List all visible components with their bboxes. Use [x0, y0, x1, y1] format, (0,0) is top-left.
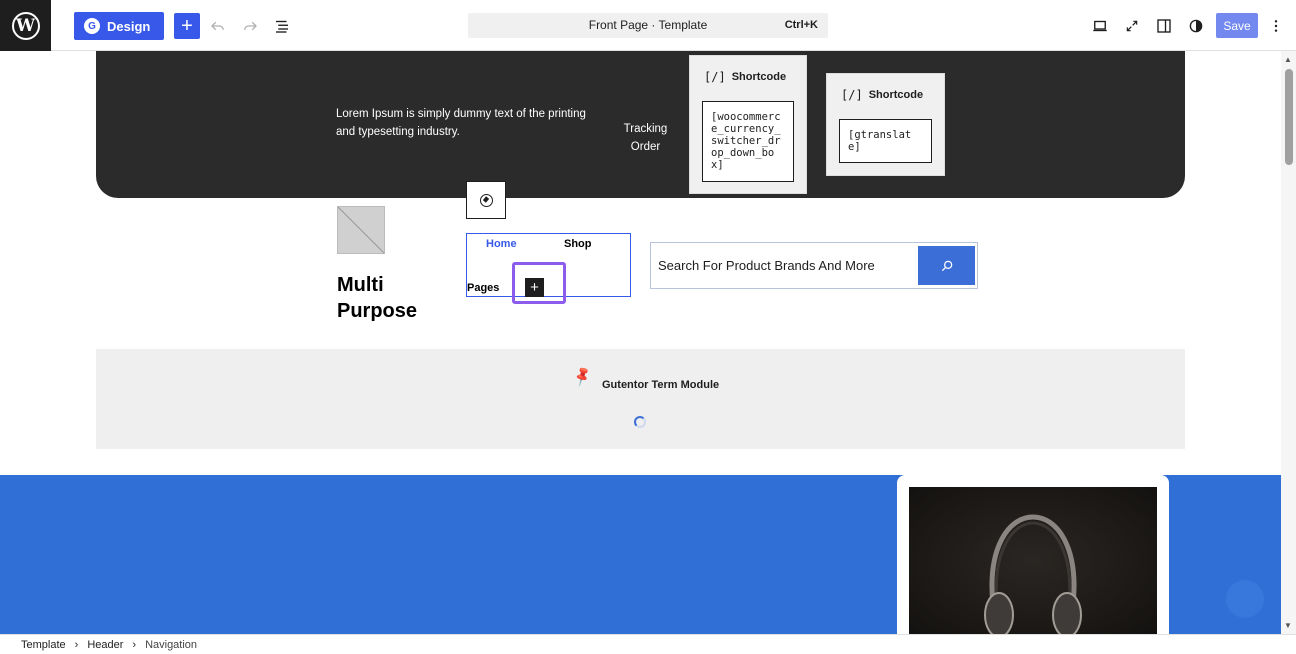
plus-icon: + [181, 15, 193, 37]
navigation-block-toolbar-button[interactable] [466, 181, 506, 219]
scrollbar-thumb[interactable] [1285, 69, 1293, 165]
desktop-icon [1093, 20, 1107, 32]
search-input[interactable]: Search For Product Brands And More [658, 258, 875, 273]
canvas-scrollbar[interactable]: ▲ ▼ [1281, 51, 1296, 634]
search-button[interactable] [918, 246, 975, 285]
undo-icon [211, 21, 224, 31]
plus-icon: + [530, 279, 539, 296]
design-button[interactable]: G Design [74, 12, 164, 40]
options-button[interactable] [1264, 14, 1288, 38]
block-breadcrumb: Template › Header › Navigation [0, 634, 1296, 654]
product-card[interactable] [897, 475, 1169, 634]
list-view-icon [276, 20, 288, 33]
nav-item-pages[interactable]: Pages [467, 282, 499, 294]
site-title[interactable]: Multi Purpose [337, 272, 437, 324]
settings-sidebar-button[interactable] [1152, 14, 1176, 38]
top-bar-text[interactable]: Lorem Ipsum is simply dummy text of the … [336, 105, 606, 141]
shortcode-label: Shortcode [868, 89, 924, 101]
loading-spinner-icon [634, 416, 646, 428]
top-toolbar: W G Design + Front Page · Template Ctrl+… [0, 0, 1296, 51]
shortcode-icon: [/] [841, 88, 863, 102]
command-shortcut: Ctrl+K [784, 19, 818, 31]
top-bar-section[interactable]: Lorem Ipsum is simply dummy text of the … [96, 51, 1185, 198]
chevron-right-icon: › [74, 638, 79, 651]
scroll-up-icon[interactable]: ▲ [1284, 55, 1292, 64]
gutentor-term-module[interactable]: 📌 Gutentor Term Module [96, 349, 1185, 449]
search-icon [941, 260, 952, 271]
shortcode-icon: [/] [704, 70, 726, 84]
shortcode-label: Shortcode [731, 71, 787, 83]
chevron-right-icon: › [132, 638, 137, 651]
document-title-bar[interactable]: Front Page · Template Ctrl+K [468, 13, 828, 38]
shortcode-block-currency[interactable]: [/] Shortcode [woocommerce_currency_swit… [689, 55, 807, 194]
gutentor-icon: G [84, 18, 100, 34]
nav-item-home[interactable]: Home [486, 238, 517, 250]
shortcode-input[interactable]: [gtranslate] [839, 119, 932, 163]
wordpress-icon[interactable]: W [0, 0, 51, 51]
redo-button[interactable] [238, 14, 262, 38]
design-button-label: Design [107, 18, 151, 34]
shortcode-block-gtranslate[interactable]: [/] Shortcode [gtranslate] [826, 73, 945, 176]
device-preview-button[interactable] [1088, 14, 1112, 38]
contrast-icon [1189, 19, 1203, 33]
add-block-button[interactable]: + [174, 13, 200, 39]
term-module-label: Gutentor Term Module [602, 379, 720, 391]
redo-icon [244, 21, 257, 31]
undo-button[interactable] [206, 14, 230, 38]
save-button[interactable]: Save [1216, 13, 1258, 38]
headphones-image[interactable] [909, 487, 1157, 634]
editor-canvas: Lorem Ipsum is simply dummy text of the … [0, 51, 1281, 634]
styles-button[interactable] [1184, 14, 1208, 38]
shortcode-input[interactable]: [woocommerce_currency_switcher_drop_down… [702, 101, 794, 182]
nav-item-shop[interactable]: Shop [564, 238, 592, 250]
chat-widget-icon[interactable] [1226, 580, 1264, 618]
breadcrumb-header[interactable]: Header [87, 639, 123, 651]
breadcrumb-navigation: Navigation [145, 638, 198, 651]
add-nav-item-button[interactable]: + [525, 278, 544, 297]
list-view-button[interactable] [270, 14, 294, 38]
featured-section[interactable] [0, 475, 1281, 634]
breadcrumb-template[interactable]: Template [21, 639, 66, 651]
tracking-order-link[interactable]: Tracking Order [618, 120, 673, 156]
sidebar-icon [1157, 19, 1171, 33]
fullscreen-button[interactable] [1120, 14, 1144, 38]
document-title: Front Page · Template [588, 18, 708, 32]
fullscreen-icon [1126, 20, 1138, 32]
site-logo-placeholder[interactable] [337, 206, 385, 254]
pin-icon: 📌 [570, 364, 595, 388]
more-vertical-icon [1274, 20, 1278, 32]
search-block[interactable]: Search For Product Brands And More [650, 242, 978, 289]
compass-icon [479, 193, 493, 207]
scroll-down-icon[interactable]: ▼ [1284, 621, 1292, 630]
